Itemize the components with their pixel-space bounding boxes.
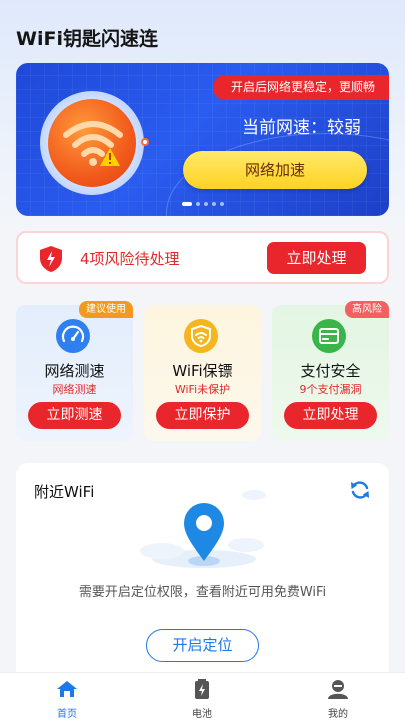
wifi-warning-icon xyxy=(48,99,136,187)
card-subtitle: 网络测速 xyxy=(52,383,97,396)
risk-alert-bar: 4项风险待处理 立即处理 xyxy=(16,231,389,284)
tab-label: 首页 xyxy=(57,709,77,720)
high-risk-tag: 高风险 xyxy=(345,301,389,318)
home-icon xyxy=(57,681,77,697)
battery-icon xyxy=(195,679,209,699)
wifi-shield-icon xyxy=(184,319,218,353)
nearby-wifi-title: 附近WiFi xyxy=(34,483,95,501)
pagination-dot-active xyxy=(181,202,192,206)
shield-alert-icon xyxy=(40,246,62,272)
location-permission-message: 需要开启定位权限，查看附近可用免费WiFi xyxy=(78,585,327,600)
payment-card-icon xyxy=(312,319,346,353)
card-subtitle: WiFi未保护 xyxy=(174,383,231,396)
banner-pagination xyxy=(16,202,389,206)
pagination-dot xyxy=(195,202,200,206)
pagination-dot xyxy=(203,202,208,206)
card-title: 支付安全 xyxy=(300,362,361,380)
payment-security-card[interactable]: 高风险 支付安全 9个支付漏洞 立即处理 xyxy=(272,301,389,441)
tab-label: 我的 xyxy=(328,709,348,720)
tab-label: 电池 xyxy=(192,709,212,720)
card-title: WiFi保镖 xyxy=(172,362,233,380)
speed-banner[interactable]: 开启后网络更稳定，更顺畅 当前网速：较弱 网络加速 xyxy=(16,63,389,216)
start-speed-test-button[interactable]: 立即测速 xyxy=(28,402,121,429)
banner-ribbon: 开启后网络更稳定，更顺畅 xyxy=(212,75,389,100)
tab-profile[interactable]: 我的 xyxy=(298,679,378,720)
handle-risk-button[interactable]: 立即处理 xyxy=(267,242,366,274)
wifi-status-ring xyxy=(40,91,144,195)
recommended-tag: 建议使用 xyxy=(79,301,133,318)
ring-indicator-dot xyxy=(141,138,149,146)
speedometer-icon xyxy=(56,319,90,353)
location-pin-illustration xyxy=(140,490,266,568)
app-title: WiFi钥匙闪速连 xyxy=(16,28,158,50)
enable-location-button[interactable]: 开启定位 xyxy=(146,629,259,662)
bottom-tab-bar: 首页 电池 我的 xyxy=(0,672,405,720)
pagination-dot xyxy=(219,202,224,206)
network-boost-button[interactable]: 网络加速 xyxy=(183,151,367,189)
tab-home[interactable]: 首页 xyxy=(27,679,107,720)
start-protection-button[interactable]: 立即保护 xyxy=(156,402,249,429)
speed-test-card[interactable]: 建议使用 网络测速 网络测速 立即测速 xyxy=(16,301,133,441)
risk-count-text: 4项风险待处理 xyxy=(80,250,180,268)
wifi-guard-card[interactable]: WiFi保镖 WiFi未保护 立即保护 xyxy=(144,305,261,441)
card-subtitle: 9个支付漏洞 xyxy=(299,383,362,396)
profile-icon xyxy=(328,680,348,699)
tab-battery[interactable]: 电池 xyxy=(162,679,242,720)
pagination-dot xyxy=(211,202,216,206)
nearby-wifi-panel: 附近WiFi 需要开启定位权限，查看附近可用免费WiFi 开启定位 xyxy=(16,463,389,683)
fix-payment-button[interactable]: 立即处理 xyxy=(284,402,377,429)
refresh-icon[interactable] xyxy=(349,479,371,501)
network-speed-label: 当前网速：较弱 xyxy=(242,118,361,138)
card-title: 网络测速 xyxy=(44,362,105,380)
